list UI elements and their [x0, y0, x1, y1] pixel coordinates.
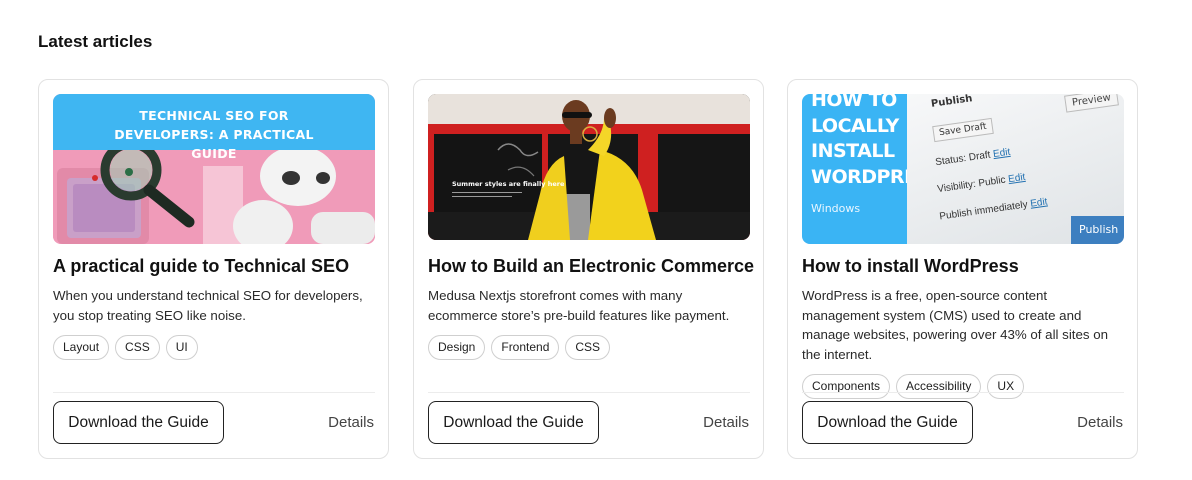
tag-css[interactable]: CSS — [565, 335, 611, 360]
wp-editor-screenshot: Preview Publish Save Draft Status: Draft… — [907, 94, 1124, 244]
wp-preview-label: Preview — [1064, 94, 1119, 113]
article-title[interactable]: How to install WordPress — [802, 256, 1127, 277]
article-card: TECHNICAL SEO FOR DEVELOPERS: A PRACTICA… — [38, 79, 389, 459]
download-guide-button[interactable]: Download the Guide — [53, 401, 224, 444]
tag-layout[interactable]: Layout — [53, 335, 110, 360]
wp-save-draft-label: Save Draft — [932, 117, 994, 143]
details-link[interactable]: Details — [1077, 414, 1123, 431]
article-thumbnail-electronic-commerce[interactable]: Summer styles are finally here — [428, 94, 750, 240]
article-card: HOW TO LOCALLY INSTALL WORDPRESS Windows… — [787, 79, 1138, 459]
article-title[interactable]: A practical guide to Technical SEO — [53, 256, 378, 277]
wp-publish-when-text: Publish immediately — [938, 199, 1029, 223]
wp-visibility-row: Visibility: Public Edit — [937, 172, 1026, 195]
wp-status-edit: Edit — [992, 146, 1011, 161]
wp-publish-when-row: Publish immediately Edit — [939, 196, 1048, 222]
download-guide-button[interactable]: Download the Guide — [428, 401, 599, 444]
article-description: When you understand technical SEO for de… — [53, 288, 363, 323]
tag-frontend[interactable]: Frontend — [491, 335, 560, 360]
article-thumbnail-technical-seo[interactable]: TECHNICAL SEO FOR DEVELOPERS: A PRACTICA… — [53, 94, 375, 244]
commerce-overlay-lines — [452, 192, 522, 202]
download-guide-button[interactable]: Download the Guide — [802, 401, 973, 444]
tag-css[interactable]: CSS — [115, 335, 160, 360]
wp-banner-title: HOW TO LOCALLY INSTALL WORDPRESS — [811, 94, 943, 188]
tag-design[interactable]: Design — [428, 335, 486, 360]
details-link[interactable]: Details — [703, 414, 749, 431]
article-title[interactable]: How to Build an Electronic Commerce — [428, 256, 754, 277]
tag-ux[interactable]: UX — [987, 374, 1025, 399]
article-card: Summer styles are finally here How to Bu… — [413, 79, 764, 459]
details-link[interactable]: Details — [328, 414, 374, 431]
wp-visibility-text: Visibility: Public — [936, 174, 1007, 196]
tag-list: Components Accessibility UX — [802, 374, 1025, 399]
tag-components[interactable]: Components — [802, 374, 891, 399]
wp-status-text: Status: Draft — [934, 149, 992, 169]
article-description: WordPress is a free, open-source content… — [802, 288, 1108, 362]
tag-accessibility[interactable]: Accessibility — [896, 374, 982, 399]
tag-list: Design Frontend CSS — [428, 335, 611, 360]
article-description: Medusa Nextjs storefront comes with many… — [428, 288, 730, 323]
wp-publish-when-edit: Edit — [1029, 196, 1049, 210]
article-thumbnail-install-wordpress[interactable]: HOW TO LOCALLY INSTALL WORDPRESS Windows… — [802, 94, 1124, 244]
wp-publish-heading: Publish — [930, 94, 974, 110]
tag-list: Layout CSS UI — [53, 335, 198, 360]
card-divider — [53, 392, 375, 393]
wp-visibility-edit: Edit — [1007, 171, 1027, 186]
commerce-overlay-text: Summer styles are finally here — [452, 180, 565, 188]
tag-ui[interactable]: UI — [165, 335, 198, 360]
section-title: Latest articles — [38, 32, 153, 51]
wp-publish-button-label: Publish — [1071, 216, 1124, 244]
commerce-photo — [428, 94, 750, 240]
wp-status-row: Status: Draft Edit — [935, 147, 1011, 168]
card-divider — [428, 392, 750, 393]
seo-banner-text: TECHNICAL SEO FOR DEVELOPERS: A PRACTICA… — [114, 108, 314, 161]
wp-banner-subtitle: Windows — [811, 202, 861, 215]
card-divider — [802, 392, 1124, 393]
